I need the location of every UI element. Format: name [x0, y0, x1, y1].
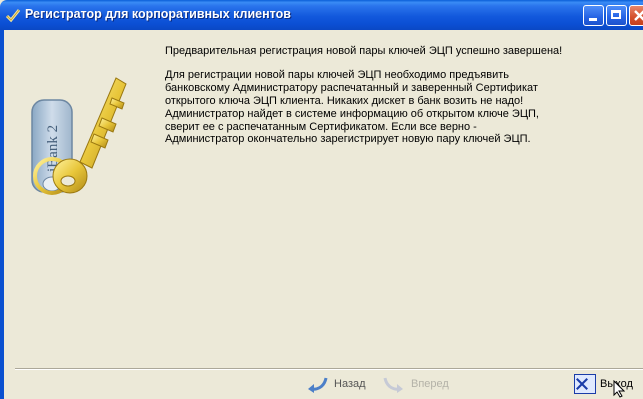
back-button[interactable]: Назад [306, 371, 366, 397]
close-x-icon [574, 374, 596, 394]
instruction-line: Администратор окончательно зарегистрируе… [165, 133, 531, 146]
message-area: Предварительная регистрация новой пары к… [165, 45, 635, 157]
next-label: Вперед [411, 378, 449, 390]
maximize-icon [611, 10, 621, 19]
window-frame-left [0, 30, 4, 399]
key-illustration: iBank 2 [31, 77, 127, 195]
success-heading: Предварительная регистрация новой пары к… [165, 45, 563, 57]
close-window-button[interactable] [629, 5, 643, 26]
maximize-button[interactable] [606, 5, 627, 26]
title-bar[interactable]: Регистратор для корпоративных клиентов [0, 0, 643, 30]
close-icon [634, 10, 643, 21]
minimize-button[interactable] [583, 5, 604, 26]
instruction-line: открытого ключа ЭЦП клиента. Никаких дис… [165, 94, 524, 107]
next-button[interactable]: Вперед [383, 371, 449, 397]
instruction-line: Администратор найдет в системе информаци… [165, 107, 539, 120]
minimize-icon [589, 18, 597, 21]
instruction-line: банковскому Администратору распечатанный… [165, 81, 538, 94]
instructions: Для регистрации новой пары ключей ЭЦП не… [165, 69, 635, 146]
app-icon [5, 9, 21, 23]
instruction-line: сверит ее с распечатанным Сертификатом. … [165, 120, 477, 133]
back-arrow-icon [308, 377, 328, 393]
registrar-window: Регистратор для корпоративных клиентов i… [0, 0, 643, 399]
mouse-cursor-icon [613, 380, 625, 398]
instruction-line: Для регистрации новой пары ключей ЭЦП не… [165, 68, 510, 81]
forward-arrow-icon [383, 377, 403, 393]
footer-divider [15, 368, 643, 370]
window-title: Регистратор для корпоративных клиентов [25, 7, 291, 21]
back-label: Назад [334, 378, 366, 390]
